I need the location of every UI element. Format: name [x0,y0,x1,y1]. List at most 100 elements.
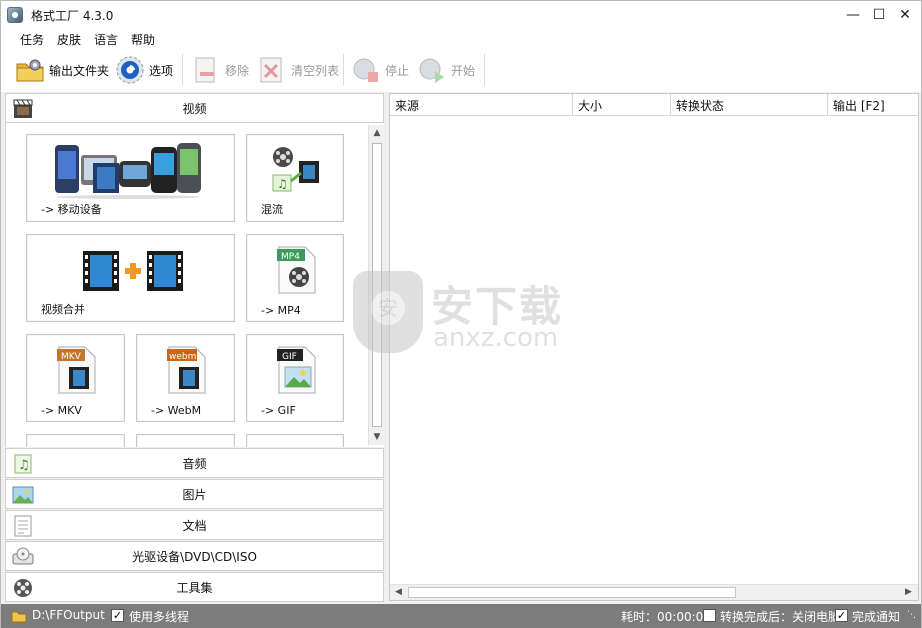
gif-badge: GIF [282,352,297,362]
svg-text:♫: ♫ [18,458,30,473]
menu-bar: 任务 皮肤 语言 帮助 [1,29,921,49]
mkv-file-icon: MKV [57,346,96,394]
column-source[interactable]: 来源 [390,94,573,116]
scroll-down-arrow-icon[interactable]: ▼ [371,431,383,443]
category-image[interactable]: 图片 [5,479,384,509]
tile-partial[interactable] [246,434,344,447]
tile-mkv[interactable]: MKV -> MKV [26,334,125,422]
tile-mobile-device-label: -> 移动设备 [41,203,102,216]
close-button[interactable]: ✕ [891,5,919,25]
maximize-button[interactable]: ☐ [865,5,893,25]
disc-drive-icon [12,546,34,568]
menu-language[interactable]: 语言 [94,31,118,48]
menu-skin[interactable]: 皮肤 [57,31,81,48]
multithread-checkbox[interactable]: ✓ [111,609,124,622]
hscroll-thumb[interactable] [408,587,736,598]
options-gear-icon [115,55,145,85]
tile-video-merge[interactable]: 视频合并 [26,234,235,322]
app-window: 格式工厂 4.3.0 — ☐ ✕ 任务 皮肤 语言 帮助 输出文件夹 选项 移除… [0,0,922,628]
output-folder-label: 输出文件夹 [49,63,110,78]
remove-button[interactable]: 移除 [191,54,249,86]
menu-help[interactable]: 帮助 [131,31,155,48]
mux-icon: ♫ [272,147,319,192]
tile-mobile-device[interactable]: -> 移动设备 [26,134,235,222]
mkv-badge: MKV [61,352,82,362]
scroll-right-arrow-icon[interactable]: ▶ [905,587,912,597]
resize-grip-icon[interactable]: ⋱ [907,610,916,620]
tile-gif[interactable]: GIF -> GIF [246,334,344,422]
category-tools[interactable]: 工具集 [5,572,384,602]
clear-list-button[interactable]: 清空列表 [257,54,339,86]
start-icon [417,55,447,85]
svg-text:♫: ♫ [277,177,288,191]
video-tile-grid: -> 移动设备 ♫ 混流 视频合并 MP4 -> MP4 MKV -> MKV … [5,123,384,447]
category-disc-label: 光驱设备\DVD\CD\ISO [132,549,257,564]
notify-checkbox[interactable]: ✓ [835,609,848,622]
remove-icon [191,55,221,85]
webm-file-icon: webm [167,346,206,394]
mobile-devices-icon [55,143,201,199]
stop-icon [351,55,381,85]
category-video[interactable]: 视频 [5,93,384,123]
tile-gif-label: -> GIF [261,404,296,417]
column-status[interactable]: 转换状态 [671,94,828,116]
toolbar-separator [484,54,485,86]
tile-webm-label: -> WebM [151,404,202,417]
category-disc[interactable]: 光驱设备\DVD\CD\ISO [5,541,384,571]
category-document-label: 文档 [182,518,207,533]
multithread-label: 使用多线程 [129,610,190,624]
image-picture-icon [12,484,34,506]
title-bar: 格式工厂 4.3.0 — ☐ ✕ [1,1,921,29]
mp4-badge: MP4 [281,252,300,262]
folder-icon [15,55,45,85]
tools-reel-icon [12,577,34,599]
gif-file-icon: GIF [277,346,316,394]
scroll-up-arrow-icon[interactable]: ▲ [371,127,383,139]
shutdown-checkbox[interactable] [703,609,716,622]
toolbar-separator [343,54,344,86]
output-folder-icon [11,611,27,623]
toolbar: 输出文件夹 选项 移除 清空列表 停止 开始 [1,49,921,92]
output-folder-button[interactable]: 输出文件夹 [15,54,109,86]
tile-webm[interactable]: webm -> WebM [136,334,235,422]
options-button[interactable]: 选项 [115,54,173,86]
tile-mux[interactable]: ♫ 混流 [246,134,344,222]
app-logo-icon [7,7,23,23]
tile-mux-label: 混流 [261,203,283,216]
watermark: 安下载 anxz.com [353,271,573,357]
minimize-button[interactable]: — [839,5,867,25]
category-image-label: 图片 [182,487,207,502]
tile-mp4[interactable]: MP4 -> MP4 [246,234,344,322]
output-path[interactable]: D:\FFOutput [32,608,105,622]
menu-task[interactable]: 任务 [20,31,44,48]
tile-partial[interactable] [136,434,235,447]
category-video-label: 视频 [182,101,207,116]
remove-label: 移除 [225,63,250,78]
category-document[interactable]: 文档 [5,510,384,540]
watermark-text-domain: anxz.com [433,323,559,353]
category-tools-label: 工具集 [176,580,213,595]
list-horizontal-scrollbar[interactable]: ◀ ▶ [390,584,918,600]
document-icon [12,515,34,537]
elapsed-time: 耗时：00:00:00 [621,610,711,624]
column-size[interactable]: 大小 [573,94,671,116]
category-audio[interactable]: ♫ 音频 [5,448,384,478]
column-output[interactable]: 输出 [F2] [828,94,918,116]
shutdown-label: 转换完成后：关闭电脑 [720,610,841,624]
stop-button[interactable]: 停止 [351,54,409,86]
watermark-shield-logo [353,271,423,353]
audio-note-icon: ♫ [12,453,34,475]
options-label: 选项 [149,63,174,78]
window-title: 格式工厂 4.3.0 [31,9,114,23]
tile-partial[interactable] [26,434,125,447]
scroll-left-arrow-icon[interactable]: ◀ [395,587,402,597]
start-label: 开始 [451,63,476,78]
webm-badge: webm [169,352,196,362]
video-merge-icon [83,251,183,291]
status-bar: D:\FFOutput ✓ 使用多线程 耗时：00:00:00 转换完成后：关闭… [1,604,921,628]
tile-video-merge-label: 视频合并 [41,303,85,316]
clear-list-icon [257,55,287,85]
start-button[interactable]: 开始 [417,54,475,86]
tile-mp4-label: -> MP4 [261,304,301,317]
tile-mkv-label: -> MKV [41,404,82,417]
